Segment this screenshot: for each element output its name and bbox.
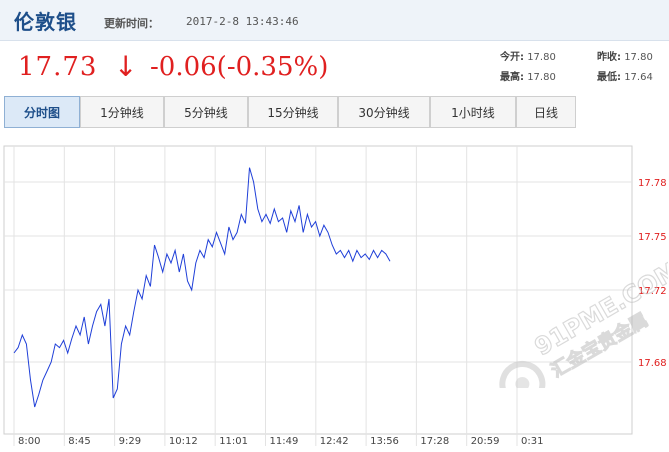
x-tick-label: 12:42 [320,436,349,447]
x-tick-label: 13:56 [370,436,399,447]
timeframe-tabs: 分时图 1分钟线 5分钟线 15分钟线 30分钟线 1小时线 日线 [0,96,669,130]
tab-30min[interactable]: 30分钟线 [338,96,430,128]
quote-stats-left: 今开: 17.80 最高: 17.80 [500,48,556,88]
low-value: 17.64 [624,72,653,83]
tab-1hour[interactable]: 1小时线 [430,96,516,128]
high-value: 17.80 [527,72,556,83]
x-tick-label: 17:28 [420,436,449,447]
instrument-title: 伦敦银 [14,10,77,34]
x-tick-label: 11:01 [219,436,248,447]
header-bar: 伦敦银 更新时间： 2017-2-8 13:43:46 [0,0,669,41]
tab-15min[interactable]: 15分钟线 [248,96,338,128]
watermark: 91PME.COM 汇金宝贵金属 [468,255,669,407]
down-arrow-icon: ↓ [114,50,138,83]
prev-close-stat: 昨收: 17.80 [597,52,653,63]
quote-stats-right: 昨收: 17.80 最低: 17.64 [597,48,653,88]
current-price: 17.73 [18,52,98,82]
update-time-value: 2017-2-8 13:43:46 [186,15,299,28]
high-stat: 最高: 17.80 [500,72,556,83]
x-tick-label: 0:31 [521,436,543,447]
y-tick-label: 17.78 [638,178,667,189]
tab-1min[interactable]: 1分钟线 [80,96,164,128]
prev-close-value: 17.80 [624,52,653,63]
y-tick-label: 17.75 [638,232,667,243]
price-series-line [13,167,391,408]
open-value: 17.80 [527,52,556,63]
update-time-label: 更新时间： [104,17,159,30]
low-stat: 最低: 17.64 [597,72,653,83]
watermark-logo-icon: 91PME.COM 汇金宝贵金属 [499,255,669,407]
x-tick-label: 9:29 [119,436,141,447]
quote-row: 17.73 ↓ -0.06(-0.35%) 今开: 17.80 最高: 17.8… [0,40,669,96]
x-tick-label: 10:12 [169,436,198,447]
x-tick-label: 20:59 [471,436,500,447]
tab-daily[interactable]: 日线 [516,96,576,128]
tab-5min[interactable]: 5分钟线 [164,96,248,128]
x-tick-label: 11:49 [270,436,299,447]
x-tick-label: 8:45 [68,436,90,447]
open-stat: 今开: 17.80 [500,52,556,63]
x-tick-label: 8:00 [18,436,40,447]
price-change: -0.06(-0.35%) [150,52,329,82]
tab-intraday[interactable]: 分时图 [4,96,80,128]
